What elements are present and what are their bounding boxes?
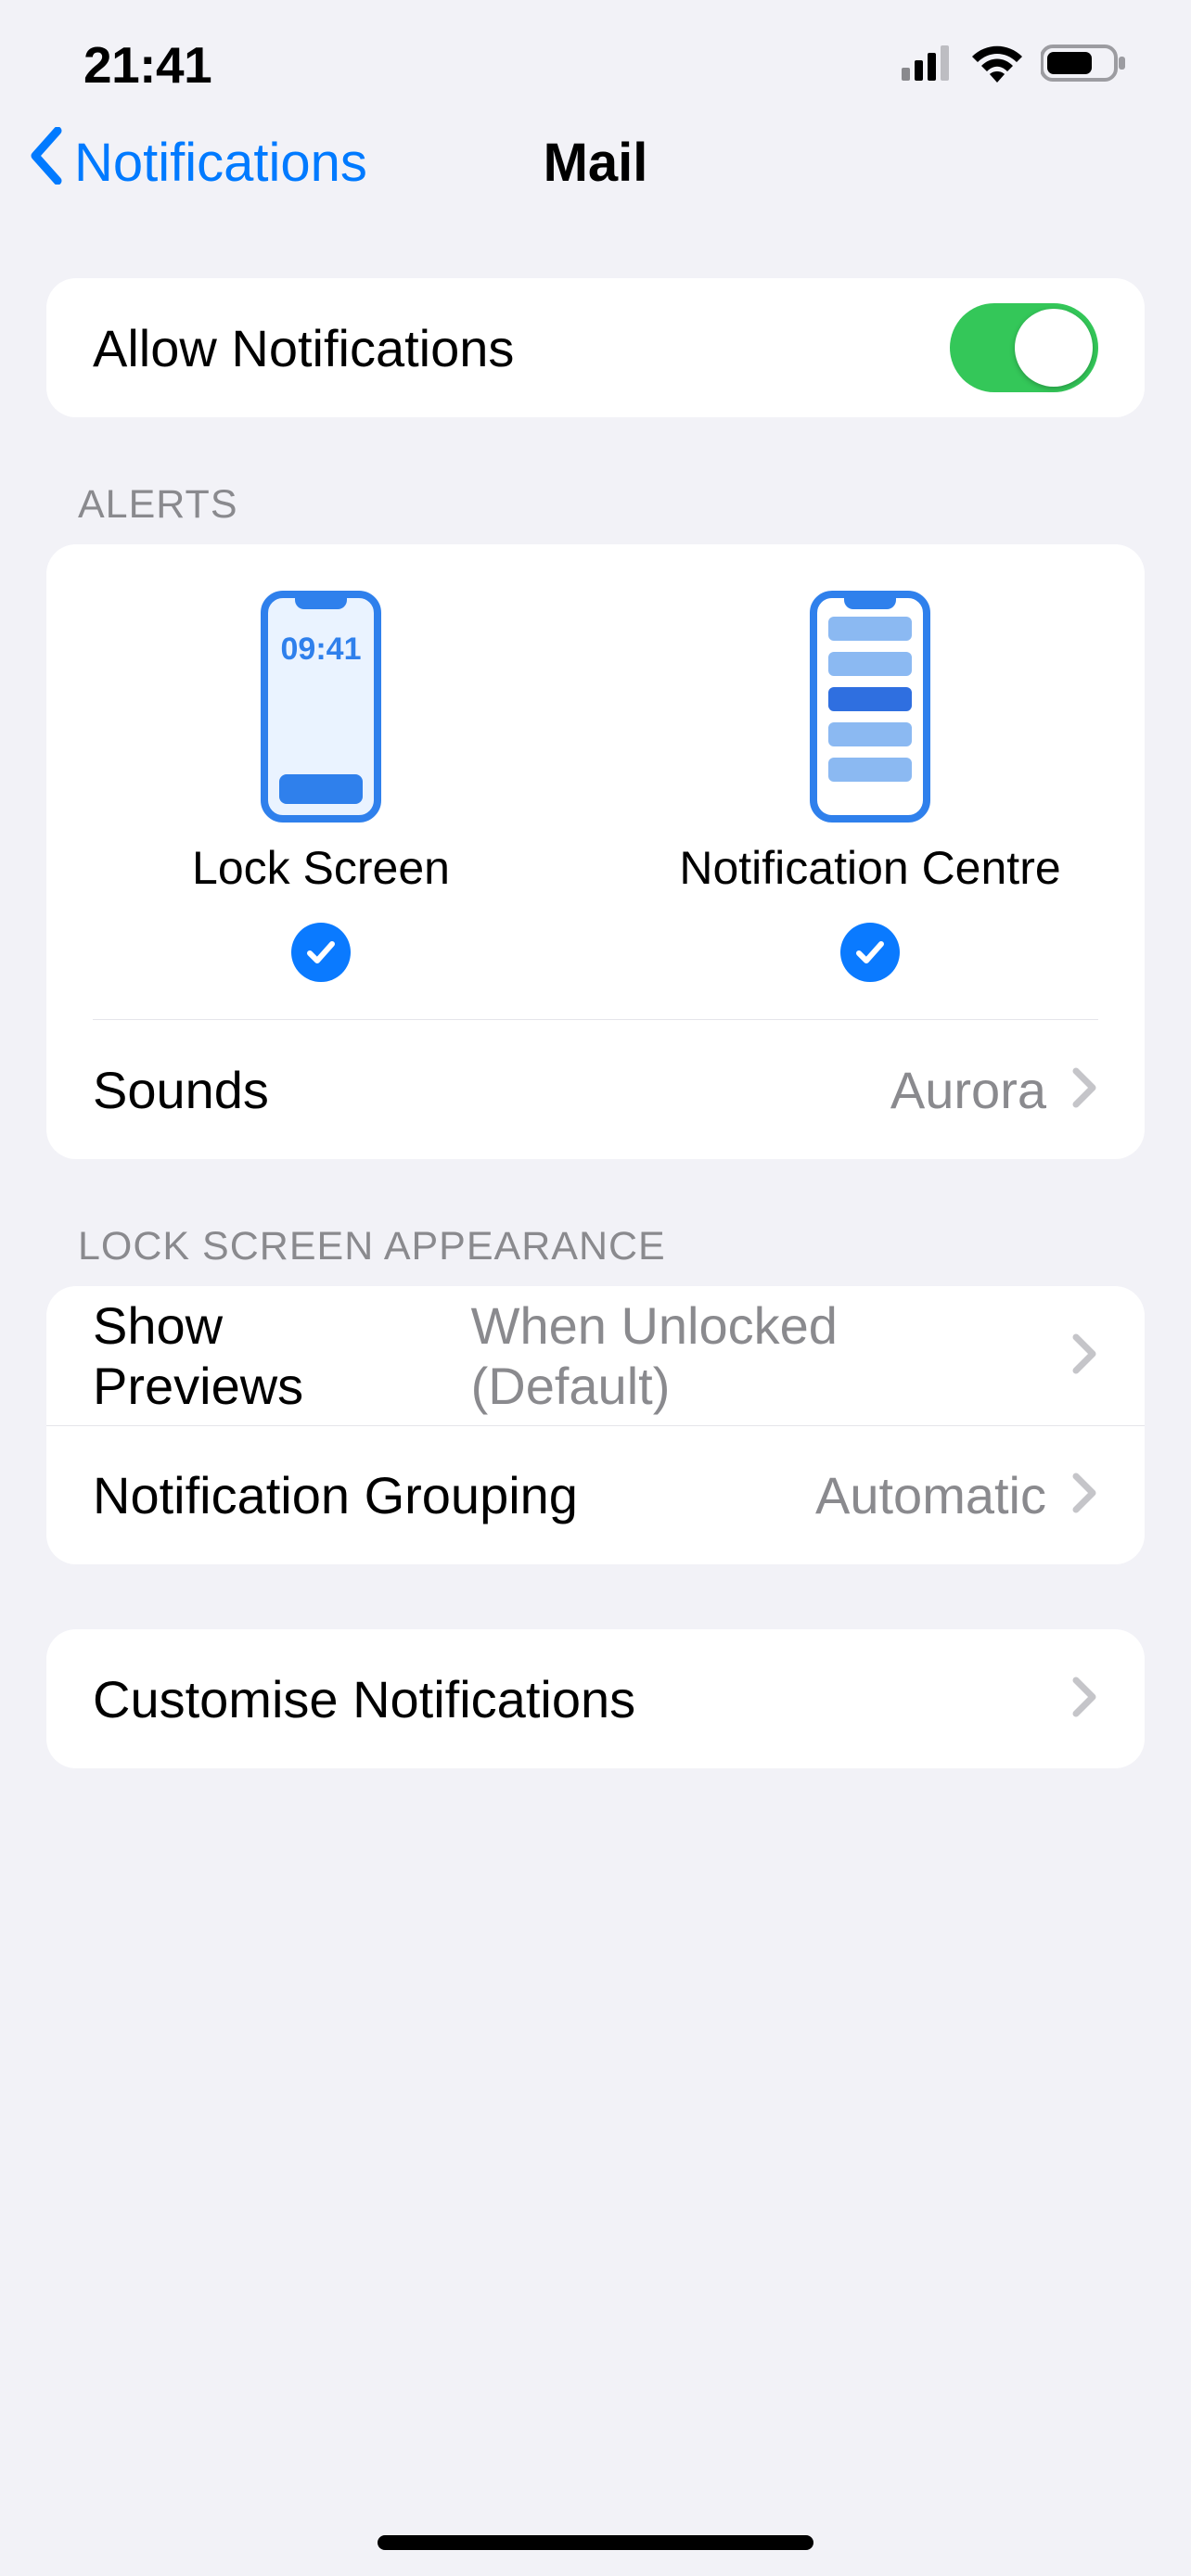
sounds-label: Sounds bbox=[93, 1060, 269, 1120]
battery-icon bbox=[1041, 44, 1126, 87]
show-previews-value: When Unlocked (Default) bbox=[471, 1295, 1046, 1416]
chevron-right-icon bbox=[1072, 1333, 1098, 1379]
back-label: Notifications bbox=[74, 132, 367, 194]
show-previews-label: Show Previews bbox=[93, 1295, 445, 1416]
status-bar: 21:41 bbox=[0, 0, 1191, 102]
checkmark-icon bbox=[840, 923, 900, 982]
toggle-knob bbox=[1015, 309, 1093, 387]
allow-notifications-label: Allow Notifications bbox=[93, 318, 514, 378]
alert-option-label: Lock Screen bbox=[192, 841, 450, 895]
chevron-right-icon bbox=[1072, 1473, 1098, 1518]
notification-grouping-value: Automatic bbox=[815, 1465, 1046, 1525]
status-icons bbox=[902, 44, 1126, 87]
lockscreen-appearance-card: Show Previews When Unlocked (Default) No… bbox=[46, 1286, 1145, 1564]
cellular-icon bbox=[902, 45, 954, 85]
alerts-options: 09:41 Lock Screen Notification Centre bbox=[46, 544, 1145, 1019]
status-time: 21:41 bbox=[83, 35, 211, 95]
notification-grouping-label: Notification Grouping bbox=[93, 1465, 578, 1525]
allow-notifications-card: Allow Notifications bbox=[46, 278, 1145, 417]
notification-centre-preview-icon bbox=[810, 591, 930, 823]
chevron-right-icon bbox=[1072, 1677, 1098, 1722]
show-previews-row[interactable]: Show Previews When Unlocked (Default) bbox=[46, 1286, 1145, 1425]
lockscreen-preview-icon: 09:41 bbox=[261, 591, 381, 823]
alert-option-label: Notification Centre bbox=[679, 841, 1060, 895]
chevron-left-icon bbox=[28, 127, 65, 198]
alert-option-lockscreen[interactable]: 09:41 Lock Screen bbox=[46, 591, 596, 982]
back-button[interactable]: Notifications bbox=[28, 127, 367, 198]
home-indicator bbox=[378, 2535, 813, 2550]
alert-option-notification-centre[interactable]: Notification Centre bbox=[596, 591, 1145, 982]
sounds-value: Aurora bbox=[890, 1060, 1046, 1120]
checkmark-icon bbox=[291, 923, 351, 982]
alerts-header: ALERTS bbox=[78, 482, 1145, 528]
customise-card: Customise Notifications bbox=[46, 1629, 1145, 1768]
alerts-card: 09:41 Lock Screen Notification Centre bbox=[46, 544, 1145, 1159]
customise-notifications-row[interactable]: Customise Notifications bbox=[46, 1629, 1145, 1768]
notification-grouping-row[interactable]: Notification Grouping Automatic bbox=[46, 1425, 1145, 1564]
chevron-right-icon bbox=[1072, 1067, 1098, 1113]
allow-notifications-toggle[interactable] bbox=[950, 303, 1098, 392]
nav-bar: Notifications Mail bbox=[0, 102, 1191, 223]
wifi-icon bbox=[970, 44, 1024, 87]
sounds-row[interactable]: Sounds Aurora bbox=[46, 1020, 1145, 1159]
customise-notifications-label: Customise Notifications bbox=[93, 1669, 635, 1729]
preview-time: 09:41 bbox=[268, 631, 374, 668]
allow-notifications-row: Allow Notifications bbox=[46, 278, 1145, 417]
lockscreen-appearance-header: LOCK SCREEN APPEARANCE bbox=[78, 1224, 1145, 1269]
